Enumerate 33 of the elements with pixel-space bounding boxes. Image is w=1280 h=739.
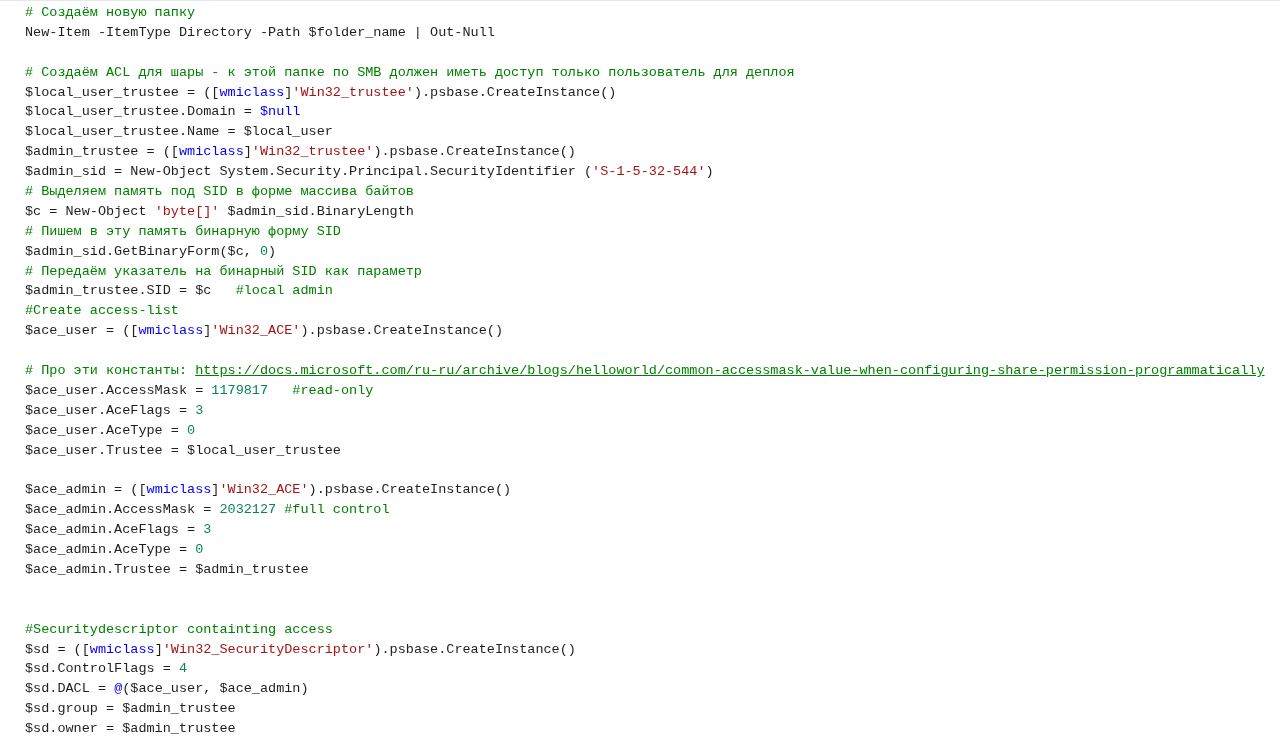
code-line: $ace_admin.Trustee = $admin_trustee	[25, 561, 309, 577]
code-line: $c = New-Object 'byte[]' $admin_sid.BinaryLength	[25, 203, 414, 219]
code-line: $ace_user.AccessMask = 1179817 #read-only	[25, 382, 374, 398]
code-line: New-Item -ItemType Directory -Path $folder_name | Out-Null	[25, 24, 495, 40]
code-line: $ace_admin.AceFlags = 3	[25, 522, 212, 538]
code-line: $ace_user = ([wmiclass]'Win32_ACE').psbase.CreateInstance()	[25, 323, 503, 339]
code-line: # Создаём ACL для шары - к этой папке по SMB должен иметь доступ только пользователь для деплоя	[25, 64, 795, 80]
code-line: #Securitydescriptor containting access	[25, 621, 333, 637]
code-line: $ace_user.AceFlags = 3	[25, 402, 204, 418]
code-line: $admin_trustee = ([wmiclass]'Win32_trustee').psbase.CreateInstance()	[25, 144, 576, 160]
code-line: $ace_admin.AceType = 0	[25, 542, 204, 558]
code-line: $ace_admin.AccessMask = 2032127 #full control	[25, 502, 390, 518]
code-line: # Передаём указатель на бинарный SID как параметр	[25, 263, 422, 279]
code-line: $admin_sid.GetBinaryForm($c, 0)	[25, 243, 277, 259]
code-line: # Создаём новую папку	[25, 5, 196, 20]
code-line: $local_user_trustee.Domain = $null	[25, 104, 301, 120]
code-line: $ace_user.AceType = 0	[25, 422, 196, 438]
code-line: $local_user_trustee.Name = $local_user	[25, 124, 333, 140]
code-line: #Create access-list	[25, 303, 179, 319]
code-line: # Выделяем память под SID в форме массива байтов	[25, 184, 414, 199]
link[interactable]: https://docs.microsoft.com/ru-ru/archive/blogs/helloworld/common-accessmask-value-when-configuring-share-permission-programmatically	[195, 363, 1265, 379]
code-line: $sd.ControlFlags = 4	[25, 661, 188, 677]
code-line: $local_user_trustee = ([wmiclass]'Win32_trustee').psbase.CreateInstance()	[25, 84, 617, 100]
code-line: $sd.owner = $admin_trustee	[25, 721, 236, 737]
code-line: # Пишем в эту память бинарную форму SID	[25, 223, 341, 239]
code-line: $ace_user.Trustee = $local_user_trustee	[25, 442, 341, 458]
code-line: # Про эти константы: https://docs.microsoft.com/ru-ru/archive/blogs/helloworld/common-accessmask-value-when-configuring-share-permission-programmatically	[25, 363, 1265, 379]
code-line: $sd = ([wmiclass]'Win32_SecurityDescriptor').psbase.CreateInstance()	[25, 641, 576, 657]
code-line: $sd.DACL = @($ace_user, $ace_admin)	[25, 681, 309, 697]
code-line: $sd.group = $admin_trustee	[25, 701, 236, 717]
code-line: $admin_sid = New-Object System.Security.Principal.SecurityIdentifier ('S-1-5-32-544')	[25, 164, 714, 180]
code-line: $ace_admin = ([wmiclass]'Win32_ACE').psbase.CreateInstance()	[25, 482, 512, 498]
code-line: $admin_trustee.SID = $c #local admin	[25, 283, 333, 299]
